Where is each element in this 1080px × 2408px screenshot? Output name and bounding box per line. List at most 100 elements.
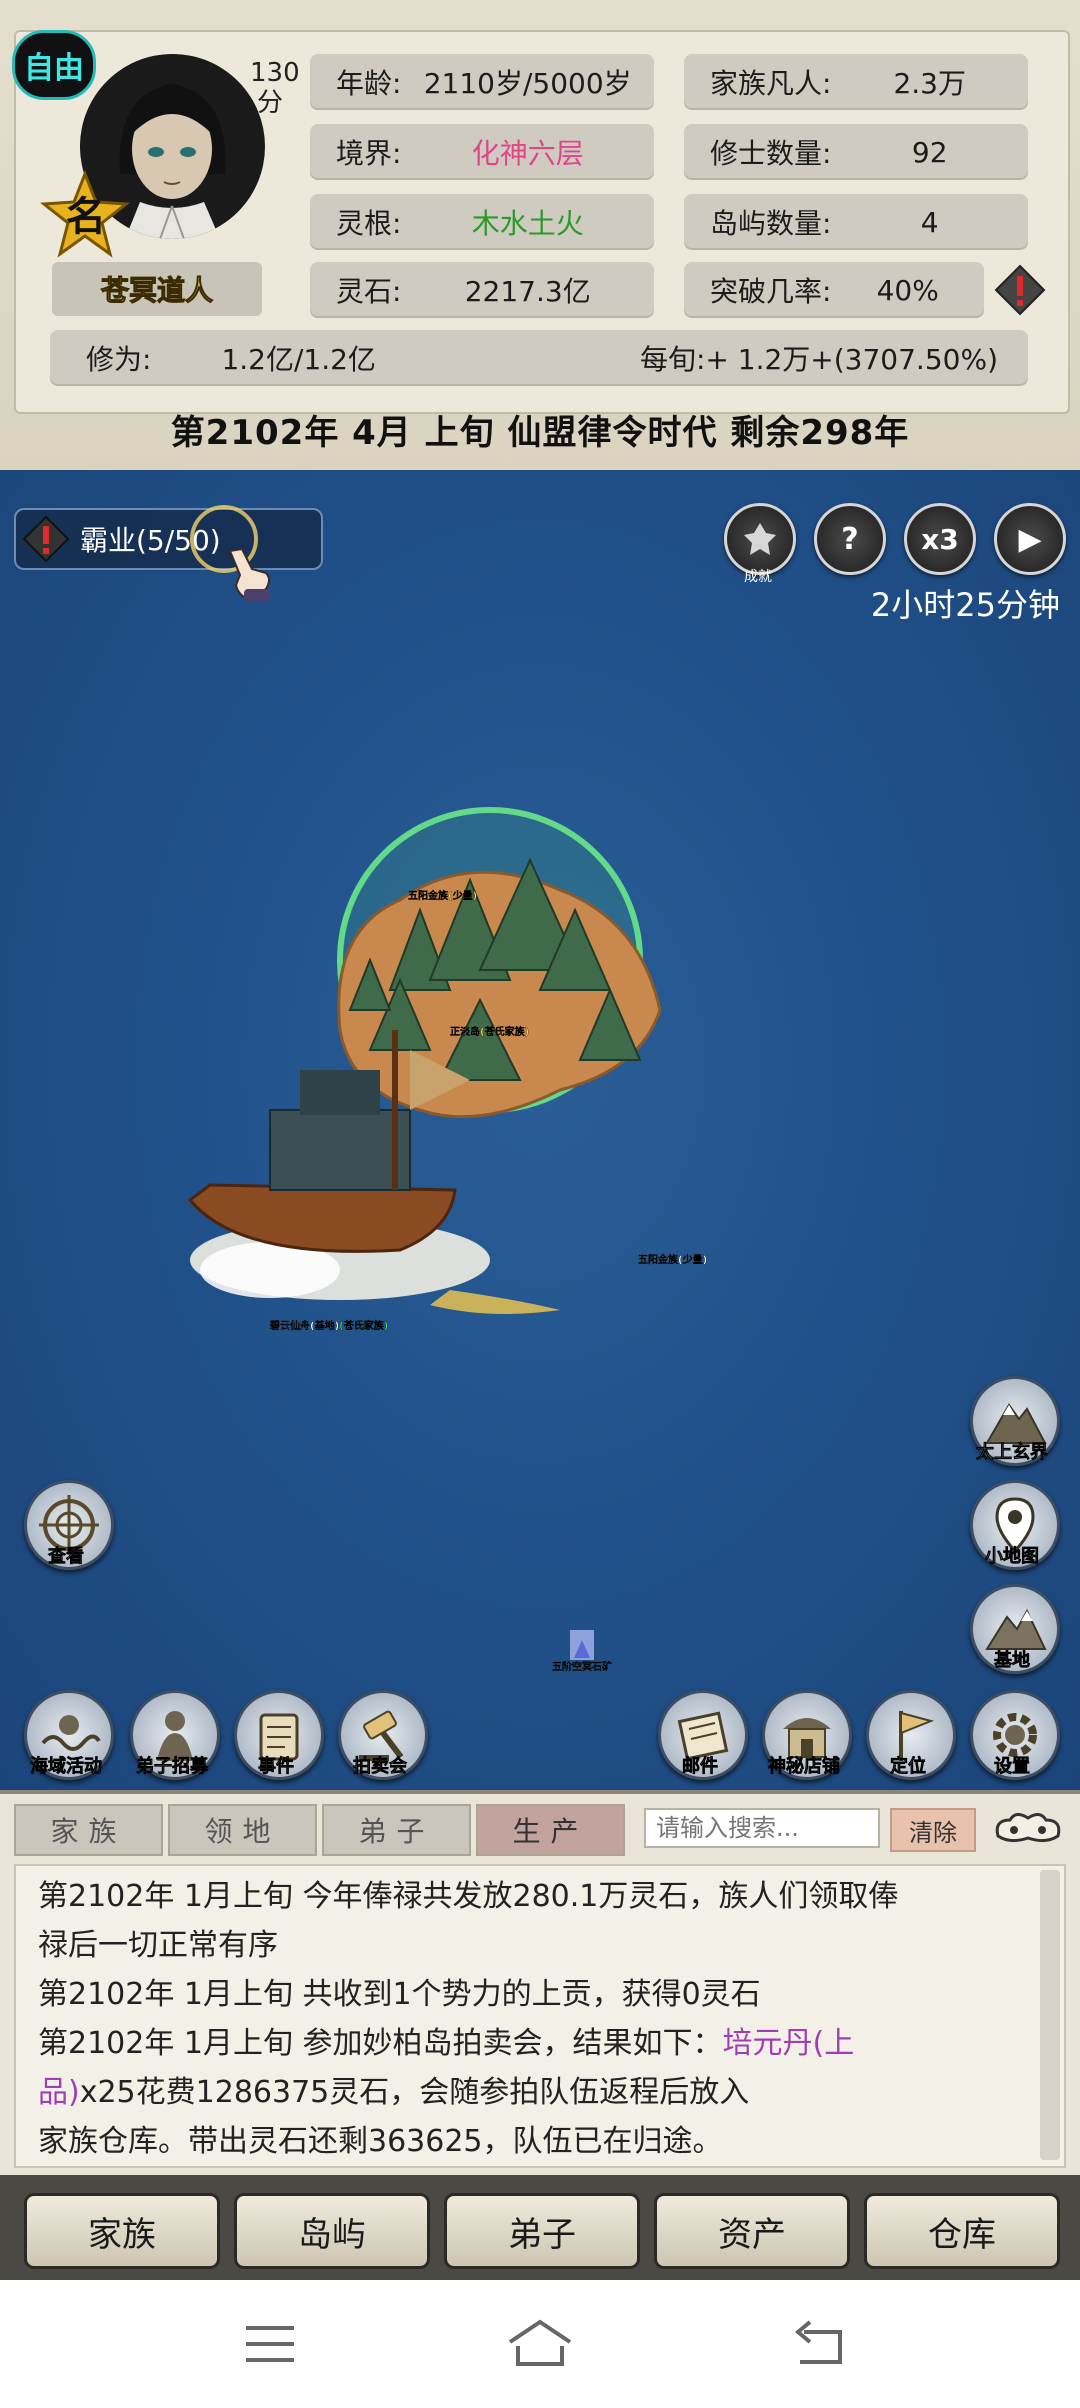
tab-territory[interactable]: 领地 — [168, 1804, 317, 1856]
spirit-stone-value: 2217.3亿 — [464, 275, 591, 308]
name-star-badge: 名 — [40, 169, 130, 260]
pointing-hand-icon — [222, 545, 278, 605]
realm-row: 境界: 化神六层 — [310, 124, 654, 180]
events-label: 事件 — [258, 1756, 295, 1778]
free-status-badge[interactable]: 自由 — [12, 30, 96, 100]
nav-warehouse[interactable]: 仓库 — [864, 2193, 1060, 2269]
era-date-line: 第2102年 4月 上旬 仙盟律令时代 剩余298年 — [170, 413, 910, 453]
log-entry: 第2102年 1月上旬 今年俸禄共发放280.1万灵石，族人们领取俸 禄后一切正… — [38, 1872, 1028, 1970]
breakthrough-alert-icon[interactable] — [994, 264, 1046, 316]
nav-islands[interactable]: 岛屿 — [234, 2193, 430, 2269]
nav-family[interactable]: 家族 — [24, 2193, 220, 2269]
cultivators-label: 修士数量: — [710, 137, 832, 170]
item-highlight-continued: 品) — [38, 2075, 80, 2110]
island-name: 正淡岛 — [450, 1027, 480, 1038]
sea-activity-label: 海域活动 — [30, 1756, 103, 1778]
log-entry-rest: x25花费1286375灵石，会随参拍队伍返程后放入 — [79, 2075, 750, 2110]
nav-disciples[interactable]: 弟子 — [444, 2193, 640, 2269]
log-entry-continued: 禄后一切正常有序 — [38, 1928, 278, 1963]
islands-label: 岛屿数量: — [710, 207, 832, 240]
spirit-stone-row: 灵石: 2217.3亿 — [310, 262, 654, 318]
spirit-stone-label: 灵石: — [336, 275, 402, 308]
log-entry-text: 第2102年 1月上旬 今年俸禄共发放280.1万灵石，族人们领取俸 — [38, 1879, 899, 1914]
cultivation-row: 修为: 1.2亿/1.2亿 每旬:+ 1.2万+(3707.50%) — [50, 330, 1028, 386]
cultivators-row: 修士数量: 92 — [684, 124, 1028, 180]
age-label: 年龄: — [336, 67, 402, 100]
log-scrollbar[interactable] — [1040, 1870, 1060, 2160]
ship-name: 碧云仙舟(基地) — [270, 1321, 340, 1332]
realm-label: 境界: — [336, 137, 402, 170]
resource-label-north[interactable]: 五阳金族(少量) — [408, 887, 477, 902]
cultivation-label: 修为: — [86, 343, 152, 376]
character-name[interactable]: 苍冥道人 — [52, 262, 262, 316]
log-panel: 家族 领地 弟子 生产 清除 第2102年 1月上旬 今年俸禄共发放280.1万… — [0, 1790, 1080, 2179]
realm-value: 化神六层 — [471, 137, 584, 170]
cultivation-value: 1.2亿/1.2亿 — [221, 343, 376, 376]
status-panel: 自由 130 分 名 苍冥道人 年龄: 2110岁/5000岁 境界: 化神六层 — [0, 0, 1080, 476]
search-input[interactable] — [644, 1808, 880, 1848]
island-name-label[interactable]: 正淡岛(苍氏家族) — [450, 1023, 529, 1038]
map-artwork — [187, 807, 662, 1660]
mortals-value: 2.3万 — [893, 67, 966, 100]
locate-label: 定位 — [890, 1756, 927, 1778]
log-entry: 第2102年 1月上旬 参加妙柏岛拍卖会，结果如下：培元丹(上 品)x25花费1… — [38, 2019, 1028, 2166]
name-badge-glyph: 名 — [66, 193, 106, 240]
cloud-ornament-icon — [990, 1806, 1066, 1850]
bottom-nav: 家族 岛屿 弟子 资产 仓库 — [0, 2175, 1080, 2280]
play-button[interactable]: ▶ — [994, 503, 1066, 575]
tab-production[interactable]: 生产 — [476, 1804, 625, 1856]
nav-assets[interactable]: 资产 — [654, 2193, 850, 2269]
score-number: 130 — [250, 58, 300, 88]
time-remaining: 2小时25分钟 — [870, 586, 1060, 624]
cultivators-value: 92 — [911, 135, 948, 169]
breakthrough-label: 突破几率: — [710, 275, 832, 308]
breakthrough-value: 40% — [876, 273, 939, 307]
log-entry-continued: 家族仓库。带出灵石还剩363625，队伍已在归途。 — [38, 2124, 723, 2159]
tab-disciples[interactable]: 弟子 — [322, 1804, 471, 1856]
achievement-button[interactable] — [724, 503, 796, 575]
settings-label: 设置 — [994, 1756, 1031, 1778]
per-period-income: 每旬:+ 1.2万+(3707.50%) — [639, 343, 998, 376]
mine-label[interactable]: 五阶空冥石矿 — [552, 1658, 612, 1673]
star-icon: 名 — [40, 169, 130, 258]
islands-value: 4 — [920, 205, 939, 239]
ship-owner: (苍氏家族) — [339, 1321, 389, 1332]
disciple-recruit-label: 弟子招募 — [136, 1756, 209, 1778]
menu-icon[interactable] — [240, 2320, 300, 2368]
age-row: 年龄: 2110岁/5000岁 — [310, 54, 654, 110]
log-entry-text: 第2102年 1月上旬 共收到1个势力的上贡，获得0灵石 — [38, 1977, 761, 2012]
view-button-label: 查看 — [48, 1546, 85, 1568]
ship-name-label[interactable]: 碧云仙舟(基地)(苍氏家族) — [270, 1317, 389, 1332]
mine-marker — [570, 1630, 594, 1660]
clear-button[interactable]: 清除 — [890, 1808, 976, 1852]
mortals-label: 家族凡人: — [710, 67, 832, 100]
alert-icon — [22, 515, 70, 563]
mystery-shop-label: 神秘店铺 — [768, 1756, 841, 1778]
log-entry-text: 第2102年 1月上旬 参加妙柏岛拍卖会，结果如下： — [38, 2026, 723, 2061]
sea-map[interactable]: 五阳金族(少量) 正淡岛(苍氏家族) 五阳金族(少量) 碧云仙舟(基地)(苍氏家… — [0, 470, 1080, 1790]
item-highlight: 培元丹(上 — [722, 2026, 855, 2061]
spirit-root-label: 灵根: — [336, 207, 402, 240]
speed-button[interactable]: x3 — [904, 503, 976, 575]
achievement-icon — [744, 523, 776, 555]
home-icon[interactable] — [504, 2316, 576, 2372]
island-owner: (苍氏家族) — [480, 1027, 530, 1038]
log-entry: 第2102年 1月上旬 共收到1个势力的上贡，获得0灵石 — [38, 1970, 1028, 2019]
spirit-root-row: 灵根: 木水土火 — [310, 194, 654, 250]
mortals-row: 家族凡人: 2.3万 — [684, 54, 1028, 110]
log-text: 第2102年 1月上旬 今年俸禄共发放280.1万灵石，族人们领取俸 禄后一切正… — [38, 1872, 1028, 2166]
help-button[interactable]: ? — [814, 503, 886, 575]
minimap-label: 小地图 — [985, 1546, 1040, 1568]
base-label: 基地 — [994, 1650, 1031, 1672]
resource-label-east[interactable]: 五阳金族(少量) — [638, 1251, 707, 1266]
spirit-root-value: 木水土火 — [471, 207, 584, 240]
system-nav-bar — [0, 2280, 1080, 2408]
log-list[interactable]: 第2102年 1月上旬 今年俸禄共发放280.1万灵石，族人们领取俸 禄后一切正… — [14, 1864, 1066, 2168]
islands-row: 岛屿数量: 4 — [684, 194, 1028, 250]
achievement-label: 成就 — [744, 569, 772, 585]
back-icon[interactable] — [790, 2318, 850, 2370]
breakthrough-row: 突破几率: 40% — [684, 262, 984, 318]
age-value: 2110岁/5000岁 — [423, 67, 632, 100]
supreme-realm-label: 太上玄界 — [976, 1442, 1049, 1464]
tab-family[interactable]: 家族 — [14, 1804, 163, 1856]
